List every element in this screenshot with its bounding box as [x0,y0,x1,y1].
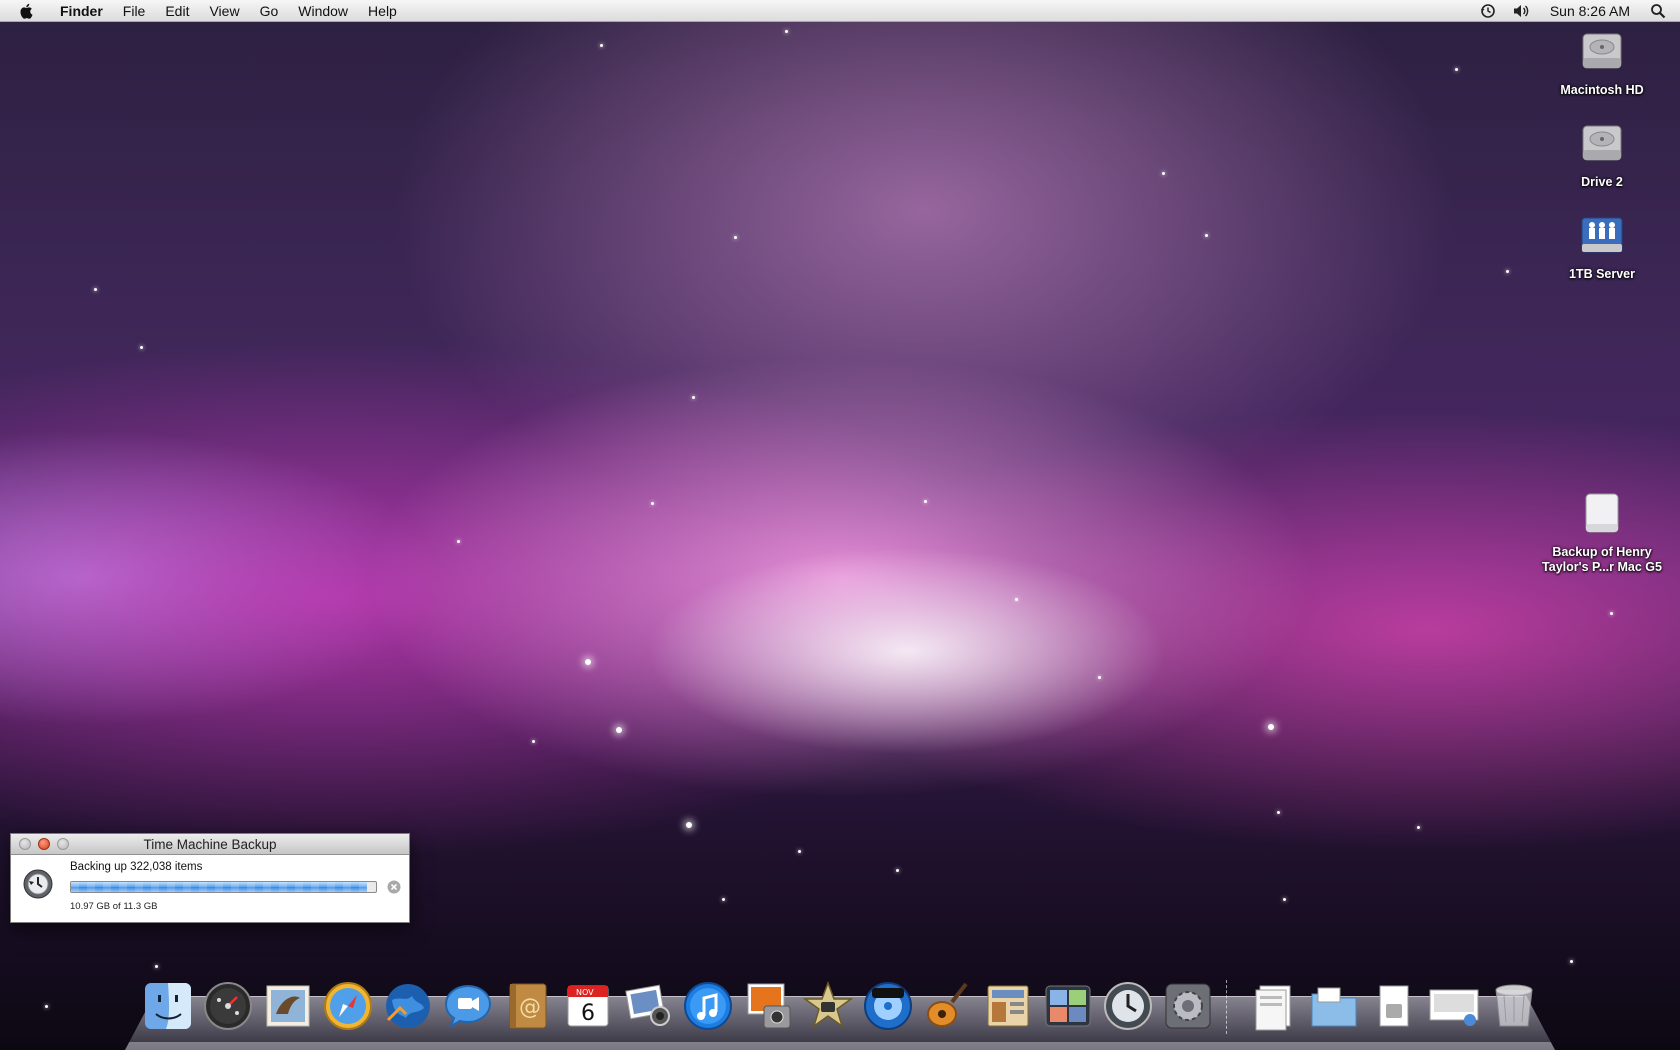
dock-photo-booth[interactable] [740,978,796,1034]
desktop-icon-label-line2: Taylor's P...r Mac G5 [1542,560,1662,574]
backup-progress-bar [70,881,377,893]
backup-status-text: Backing up 322,038 items [70,861,203,873]
zoom-button[interactable] [57,838,69,850]
dock-garageband[interactable] [920,978,976,1034]
dock-finder[interactable] [140,978,196,1034]
window-titlebar[interactable]: Time Machine Backup [11,834,409,855]
trash-icon [1495,984,1533,1027]
menu-window[interactable]: Window [288,0,358,22]
hard-drive-icon [1582,33,1622,69]
dock-trash[interactable] [1486,978,1542,1034]
imovie-icon [802,980,854,1028]
dock-downloads-stack[interactable] [1366,978,1422,1034]
network-server-icon [1581,217,1623,253]
finder-icon [145,983,191,1029]
menu-go[interactable]: Go [250,0,289,22]
backup-size-text: 10.97 GB of 11.3 GB [70,901,158,912]
hard-drive-icon [1582,125,1622,161]
address-book-icon: @ [509,983,547,1029]
progress-fill [71,882,367,892]
dock-iphoto[interactable] [620,978,676,1034]
system-preferences-icon [1165,983,1211,1029]
dock-screenshot-stack[interactable] [1426,978,1482,1034]
menu-bar: Finder File Edit View Go Window Help Sun… [0,0,1680,22]
dock-spaces[interactable] [1040,978,1096,1034]
iphoto-icon [625,984,670,1026]
desktop-icon-label: Backup of Henry [1552,545,1652,559]
iweb-icon [987,985,1029,1027]
documents-stack-icon [1255,985,1291,1031]
ical-day: 6 [581,1001,595,1026]
dock-network-globe[interactable] [380,978,436,1034]
dock-separator [1226,980,1236,1034]
minimize-button[interactable] [38,838,50,850]
desktop-icon-macintosh-hd[interactable]: Macintosh HD [1532,28,1672,98]
window-title: Time Machine Backup [143,836,277,852]
dock-address-book[interactable]: @ [500,978,556,1034]
dock-system-preferences[interactable] [1160,978,1216,1034]
dashboard-icon [204,982,252,1030]
photo-booth-icon [747,983,791,1029]
dock-dashboard[interactable] [200,978,256,1034]
volume-icon[interactable] [1504,3,1538,19]
dock-safari[interactable] [320,978,376,1034]
dock-imovie[interactable] [800,978,856,1034]
desktop-icon-label: Macintosh HD [1560,83,1644,97]
desktop-icon-label: 1TB Server [1568,267,1635,281]
dock-idvd[interactable] [860,978,916,1034]
close-button[interactable] [19,838,31,850]
dock-ichat[interactable] [440,978,496,1034]
time-machine-menu-icon[interactable] [1472,3,1504,19]
dock-iweb[interactable] [980,978,1036,1034]
spaces-icon [1045,985,1091,1027]
ical-icon: NOV 6 [567,985,609,1027]
menu-finder[interactable]: Finder [50,0,113,22]
menu-clock[interactable]: Sun 8:26 AM [1538,3,1642,19]
time-machine-icon [1104,982,1152,1030]
safari-icon [324,982,372,1030]
dock-time-machine[interactable] [1100,978,1156,1034]
apple-menu-icon[interactable] [18,2,36,20]
dock-itunes[interactable] [680,978,736,1034]
external-drive-icon [1585,493,1619,533]
time-machine-icon [23,869,53,899]
garageband-icon [927,982,968,1027]
ical-month: NOV [576,988,594,997]
dock-ical[interactable]: NOV 6 [560,978,616,1034]
time-machine-backup-window: Time Machine Backup Backing up 322,038 i… [10,833,410,923]
spotlight-search-icon[interactable] [1642,3,1680,19]
folder-stack-icon [1311,987,1357,1027]
cancel-backup-icon[interactable] [387,880,401,894]
mail-icon [266,985,310,1027]
idvd-icon [864,982,912,1030]
menu-file[interactable]: File [113,0,156,22]
dock-mail[interactable] [260,978,316,1034]
itunes-icon [684,982,732,1030]
menu-help[interactable]: Help [358,0,407,22]
dock-folder-stack[interactable] [1306,978,1362,1034]
downloads-stack-icon [1379,985,1409,1027]
menu-edit[interactable]: Edit [155,0,199,22]
network-globe-icon [386,984,430,1028]
menu-view[interactable]: View [199,0,249,22]
dock: @ NOV 6 [140,974,1542,1034]
desktop-icon-1tb-server[interactable]: 1TB Server [1532,212,1672,282]
desktop-icon-backup[interactable]: Backup of Henry Taylor's P...r Mac G5 [1532,490,1672,575]
ichat-icon [444,984,492,1029]
svg-text:@: @ [519,995,541,1020]
desktop-icon-drive-2[interactable]: Drive 2 [1532,120,1672,190]
dock-documents-stack[interactable] [1246,978,1302,1034]
desktop-icon-label: Drive 2 [1581,175,1623,189]
screenshot-stack-icon [1429,989,1479,1026]
